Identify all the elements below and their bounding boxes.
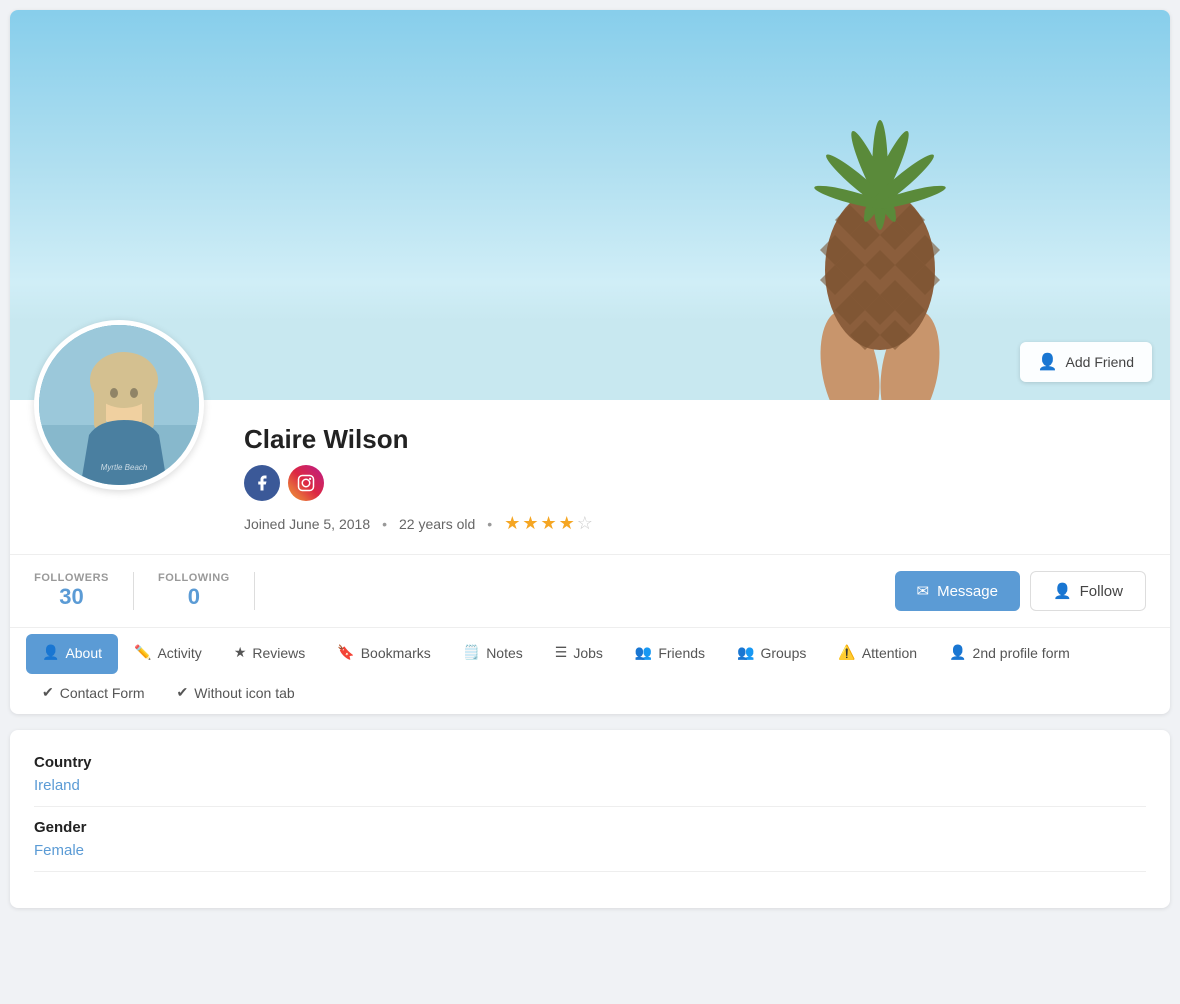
tab-jobs[interactable]: ☰ Jobs bbox=[539, 634, 619, 674]
page-wrapper: 👤 Add Friend bbox=[0, 0, 1180, 918]
tab-without-icon[interactable]: ✔ Without icon tab bbox=[161, 674, 311, 714]
tab-jobs-icon: ☰ bbox=[555, 644, 568, 661]
tab-reviews-label: Reviews bbox=[252, 645, 305, 661]
add-friend-label: Add Friend bbox=[1066, 354, 1134, 370]
avatar-inner: Myrtle Beach bbox=[39, 325, 199, 485]
tab-contact-form-icon: ✔ bbox=[42, 684, 54, 701]
country-label: Country bbox=[34, 754, 1146, 771]
gender-label: Gender bbox=[34, 819, 1146, 836]
tab-bookmarks-label: Bookmarks bbox=[361, 645, 431, 661]
tab-attention-label: Attention bbox=[862, 645, 917, 661]
message-button[interactable]: ✉ Message bbox=[895, 571, 1020, 611]
dot-separator-2: • bbox=[487, 516, 492, 532]
profile-info-section: Myrtle Beach Claire Wilson bbox=[10, 400, 1170, 542]
gender-field-section: Gender Female bbox=[34, 819, 1146, 872]
follow-label: Follow bbox=[1080, 583, 1123, 600]
stats-actions: ✉ Message 👤 Follow bbox=[895, 571, 1147, 611]
facebook-icon[interactable] bbox=[244, 465, 280, 501]
following-count: 0 bbox=[188, 584, 200, 610]
tab-2nd-profile[interactable]: 👤 2nd profile form bbox=[933, 634, 1086, 674]
following-label: FOLLOWING bbox=[158, 572, 230, 584]
tab-about-label: About bbox=[65, 645, 102, 661]
star-5: ☆ bbox=[577, 513, 593, 534]
tabs-section: 👤 About ✏️ Activity ★ Reviews 🔖 Bookmark… bbox=[10, 627, 1170, 714]
tab-about-icon: 👤 bbox=[42, 644, 59, 661]
tab-notes[interactable]: 🗒️ Notes bbox=[447, 634, 539, 674]
tab-without-icon-label: Without icon tab bbox=[194, 685, 294, 701]
country-field-section: Country Ireland bbox=[34, 754, 1146, 807]
tab-about[interactable]: 👤 About bbox=[26, 634, 118, 674]
tab-friends[interactable]: 👥 Friends bbox=[619, 634, 721, 674]
tab-bookmarks[interactable]: 🔖 Bookmarks bbox=[321, 634, 446, 674]
followers-stat: FOLLOWERS 30 bbox=[34, 572, 134, 610]
tab-reviews-icon: ★ bbox=[234, 644, 247, 661]
instagram-icon[interactable] bbox=[288, 465, 324, 501]
profile-card: 👤 Add Friend bbox=[10, 10, 1170, 714]
tab-reviews[interactable]: ★ Reviews bbox=[218, 634, 321, 674]
star-1: ★ bbox=[504, 513, 520, 534]
joined-date: Joined June 5, 2018 bbox=[244, 516, 370, 532]
star-2: ★ bbox=[522, 513, 538, 534]
add-friend-button[interactable]: 👤 Add Friend bbox=[1020, 342, 1152, 382]
profile-name: Claire Wilson bbox=[244, 424, 1146, 455]
follow-button[interactable]: 👤 Follow bbox=[1030, 571, 1146, 611]
tab-activity-icon: ✏️ bbox=[134, 644, 151, 661]
tab-attention[interactable]: ⚠️ Attention bbox=[822, 634, 933, 674]
star-3: ★ bbox=[540, 513, 556, 534]
tabs-row: 👤 About ✏️ Activity ★ Reviews 🔖 Bookmark… bbox=[26, 628, 1154, 714]
tab-notes-icon: 🗒️ bbox=[463, 644, 480, 661]
tab-groups-label: Groups bbox=[760, 645, 806, 661]
tab-without-icon-icon: ✔ bbox=[177, 684, 189, 701]
message-icon: ✉ bbox=[917, 582, 930, 600]
tab-attention-icon: ⚠️ bbox=[838, 644, 855, 661]
age-text: 22 years old bbox=[399, 516, 475, 532]
gender-value: Female bbox=[34, 842, 1146, 859]
follow-icon: 👤 bbox=[1053, 582, 1072, 600]
stats-bar: FOLLOWERS 30 FOLLOWING 0 ✉ Message 👤 Fol… bbox=[10, 554, 1170, 627]
tab-groups[interactable]: 👥 Groups bbox=[721, 634, 822, 674]
content-card: Country Ireland Gender Female bbox=[10, 730, 1170, 908]
star-4: ★ bbox=[559, 513, 575, 534]
tab-activity[interactable]: ✏️ Activity bbox=[118, 634, 218, 674]
following-stat: FOLLOWING 0 bbox=[134, 572, 255, 610]
tab-bookmarks-icon: 🔖 bbox=[337, 644, 354, 661]
add-friend-icon: 👤 bbox=[1038, 352, 1058, 372]
tab-contact-form[interactable]: ✔ Contact Form bbox=[26, 674, 161, 714]
tab-friends-icon: 👥 bbox=[635, 644, 652, 661]
tab-groups-icon: 👥 bbox=[737, 644, 754, 661]
star-rating: ★ ★ ★ ★ ☆ bbox=[504, 513, 593, 534]
country-value: Ireland bbox=[34, 777, 1146, 794]
tab-notes-label: Notes bbox=[486, 645, 523, 661]
tab-activity-label: Activity bbox=[157, 645, 201, 661]
followers-label: FOLLOWERS bbox=[34, 572, 109, 584]
profile-meta: Joined June 5, 2018 • 22 years old • ★ ★… bbox=[244, 513, 1146, 534]
svg-text:Myrtle Beach: Myrtle Beach bbox=[101, 463, 148, 472]
tab-2nd-profile-icon: 👤 bbox=[949, 644, 966, 661]
tab-friends-label: Friends bbox=[658, 645, 705, 661]
dot-separator-1: • bbox=[382, 516, 387, 532]
social-icons-row bbox=[244, 465, 1146, 501]
message-label: Message bbox=[937, 583, 998, 600]
tab-jobs-label: Jobs bbox=[573, 645, 603, 661]
tab-2nd-profile-label: 2nd profile form bbox=[973, 645, 1070, 661]
pineapple-illustration bbox=[790, 30, 970, 400]
avatar: Myrtle Beach bbox=[34, 320, 204, 490]
followers-count: 30 bbox=[59, 584, 83, 610]
tab-contact-form-label: Contact Form bbox=[60, 685, 145, 701]
